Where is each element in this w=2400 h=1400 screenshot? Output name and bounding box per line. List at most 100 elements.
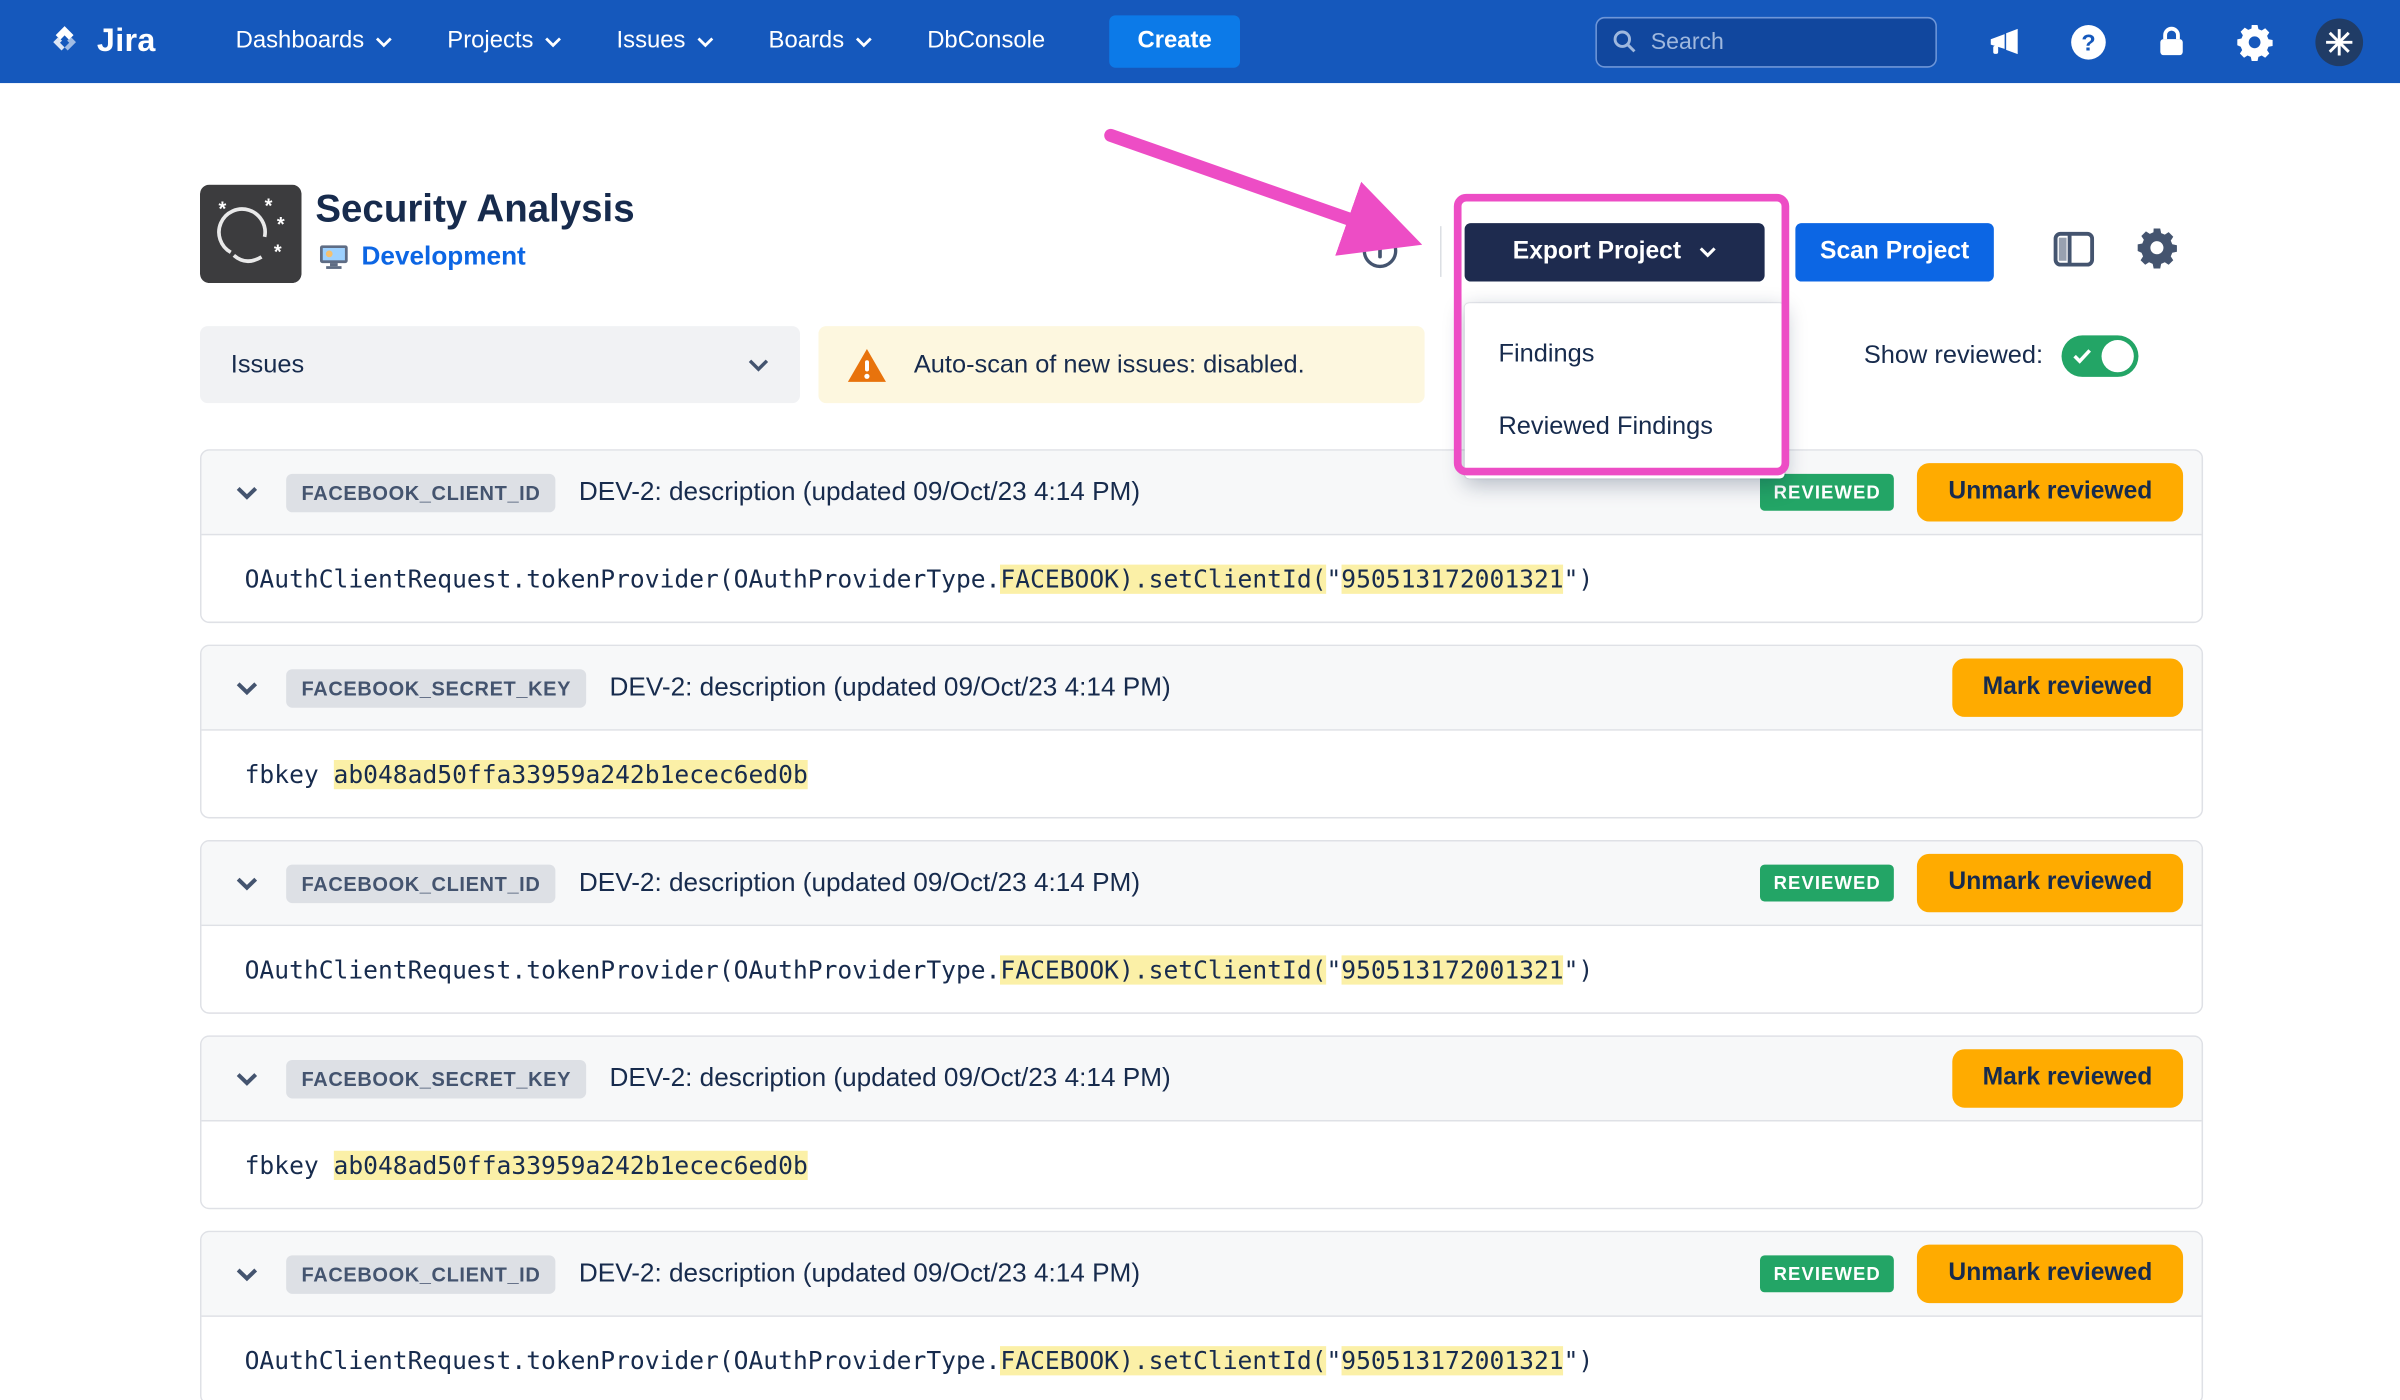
svg-text:?: ? xyxy=(2081,29,2095,55)
export-project-button[interactable]: Export Project xyxy=(1465,223,1765,281)
project-avatar: **** xyxy=(200,185,302,283)
warning-icon xyxy=(846,345,888,383)
collapse-chevron-icon[interactable] xyxy=(229,1062,263,1096)
finding-title: DEV-2: description (updated 09/Oct/23 4:… xyxy=(610,1063,1171,1094)
user-avatar[interactable] xyxy=(2315,18,2363,66)
nav-dbconsole-label: DbConsole xyxy=(927,28,1045,56)
review-action-button[interactable]: Unmark reviewed xyxy=(1918,854,2183,912)
nav-issues[interactable]: Issues xyxy=(617,28,714,56)
issues-filter-value: Issues xyxy=(231,350,304,379)
chevron-down-icon xyxy=(855,36,872,47)
finding-type-badge: FACEBOOK_CLIENT_ID xyxy=(286,864,556,902)
review-action-button[interactable]: Unmark reviewed xyxy=(1918,463,2183,521)
search-icon xyxy=(1612,29,1637,54)
announcement-icon[interactable] xyxy=(1983,20,2026,63)
finding-header[interactable]: FACEBOOK_CLIENT_ID DEV-2: description (u… xyxy=(202,1232,2202,1317)
review-action-button[interactable]: Unmark reviewed xyxy=(1918,1245,2183,1303)
finding-header[interactable]: FACEBOOK_SECRET_KEY DEV-2: description (… xyxy=(202,646,2202,731)
reviewed-status-badge: REVIEWED xyxy=(1760,865,1895,902)
create-button[interactable]: Create xyxy=(1110,15,1240,67)
svg-text:*: * xyxy=(218,198,226,220)
side-panel-icon[interactable] xyxy=(2048,226,2099,277)
review-action-button[interactable]: Mark reviewed xyxy=(1952,1049,2183,1107)
finding-code: OAuthClientRequest.tokenProvider(OAuthPr… xyxy=(245,955,1594,984)
menu-item-reviewed-findings[interactable]: Reviewed Findings xyxy=(1465,391,1785,463)
info-icon[interactable] xyxy=(1360,231,1400,271)
project-type-icon xyxy=(318,243,349,271)
issues-filter-select[interactable]: Issues xyxy=(200,326,800,403)
nav-dbconsole[interactable]: DbConsole xyxy=(927,28,1045,56)
finding-body: OAuthClientRequest.tokenProvider(OAuthPr… xyxy=(202,1317,2202,1400)
finding-type-badge: FACEBOOK_SECRET_KEY xyxy=(286,668,586,706)
search-input[interactable] xyxy=(1651,28,1897,54)
show-reviewed-label: Show reviewed: xyxy=(1864,342,2043,371)
chevron-down-icon xyxy=(748,358,770,372)
finding-body: OAuthClientRequest.tokenProvider(OAuthPr… xyxy=(202,535,2202,621)
svg-text:*: * xyxy=(277,214,285,236)
settings-gear-icon[interactable] xyxy=(2131,225,2182,276)
nav-projects[interactable]: Projects xyxy=(447,28,561,56)
gear-icon[interactable] xyxy=(2232,20,2275,63)
screen: Jira Dashboards Projects Issues Boards D… xyxy=(0,0,2400,1400)
findings-list: FACEBOOK_CLIENT_ID DEV-2: description (u… xyxy=(200,449,2203,1400)
finding-code: OAuthClientRequest.tokenProvider(OAuthPr… xyxy=(245,564,1594,593)
project-link[interactable]: Development xyxy=(362,242,526,273)
finding-card: FACEBOOK_CLIENT_ID DEV-2: description (u… xyxy=(200,1231,2203,1400)
nav-boards-label: Boards xyxy=(769,28,845,56)
finding-header[interactable]: FACEBOOK_CLIENT_ID DEV-2: description (u… xyxy=(202,451,2202,536)
export-dropdown-menu: Findings Reviewed Findings xyxy=(1465,303,1785,478)
finding-header[interactable]: FACEBOOK_CLIENT_ID DEV-2: description (u… xyxy=(202,842,2202,927)
finding-body: fbkey ab048ad50ffa33959a242b1ecec6ed0b xyxy=(202,731,2202,817)
autoscan-warning-banner: Auto-scan of new issues: disabled. xyxy=(818,326,1424,403)
finding-title: DEV-2: description (updated 09/Oct/23 4:… xyxy=(579,1258,1140,1289)
header-divider xyxy=(1440,226,1442,277)
finding-code: fbkey ab048ad50ffa33959a242b1ecec6ed0b xyxy=(245,1150,808,1179)
finding-card: FACEBOOK_CLIENT_ID DEV-2: description (u… xyxy=(200,840,2203,1014)
lock-icon[interactable] xyxy=(2149,20,2192,63)
finding-card: FACEBOOK_CLIENT_ID DEV-2: description (u… xyxy=(200,449,2203,623)
collapse-chevron-icon[interactable] xyxy=(229,475,263,509)
finding-type-badge: FACEBOOK_SECRET_KEY xyxy=(286,1059,586,1097)
finding-header[interactable]: FACEBOOK_SECRET_KEY DEV-2: description (… xyxy=(202,1037,2202,1122)
menu-item-findings[interactable]: Findings xyxy=(1465,318,1785,390)
top-navbar: Jira Dashboards Projects Issues Boards D… xyxy=(0,0,2400,83)
nav-dashboards[interactable]: Dashboards xyxy=(236,28,392,56)
reviewed-status-badge: REVIEWED xyxy=(1760,474,1895,511)
finding-body: OAuthClientRequest.tokenProvider(OAuthPr… xyxy=(202,926,2202,1012)
finding-body: fbkey ab048ad50ffa33959a242b1ecec6ed0b xyxy=(202,1122,2202,1208)
logo-text: Jira xyxy=(97,23,156,60)
svg-text:*: * xyxy=(265,195,273,217)
nav-boards[interactable]: Boards xyxy=(769,28,872,56)
chevron-down-icon xyxy=(375,36,392,47)
page-title: Security Analysis xyxy=(315,188,634,233)
finding-card: FACEBOOK_SECRET_KEY DEV-2: description (… xyxy=(200,1035,2203,1209)
check-icon xyxy=(2072,348,2092,365)
global-search[interactable] xyxy=(1595,16,1937,67)
finding-type-badge: FACEBOOK_CLIENT_ID xyxy=(286,1255,556,1293)
collapse-chevron-icon[interactable] xyxy=(229,866,263,900)
finding-type-badge: FACEBOOK_CLIENT_ID xyxy=(286,473,556,511)
show-reviewed-toggle[interactable] xyxy=(2062,335,2139,377)
review-action-button[interactable]: Mark reviewed xyxy=(1952,658,2183,716)
nav-issues-label: Issues xyxy=(617,28,686,56)
nav-dashboards-label: Dashboards xyxy=(236,28,365,56)
nav-projects-label: Projects xyxy=(447,28,533,56)
chevron-down-icon xyxy=(544,36,561,47)
jira-logo[interactable]: Jira xyxy=(46,23,155,60)
warning-text: Auto-scan of new issues: disabled. xyxy=(914,350,1305,379)
chevron-down-icon xyxy=(696,36,713,47)
finding-code: fbkey ab048ad50ffa33959a242b1ecec6ed0b xyxy=(245,759,808,788)
collapse-chevron-icon[interactable] xyxy=(229,671,263,705)
reviewed-status-badge: REVIEWED xyxy=(1760,1255,1895,1292)
help-icon[interactable]: ? xyxy=(2066,20,2109,63)
finding-title: DEV-2: description (updated 09/Oct/23 4:… xyxy=(610,672,1171,703)
scan-project-button[interactable]: Scan Project xyxy=(1795,223,1993,281)
jira-logo-icon xyxy=(46,23,83,60)
annotation-arrow xyxy=(1077,120,1469,274)
project-breadcrumb: Development xyxy=(318,242,525,273)
collapse-chevron-icon[interactable] xyxy=(229,1257,263,1291)
finding-title: DEV-2: description (updated 09/Oct/23 4:… xyxy=(579,477,1140,508)
show-reviewed-control: Show reviewed: xyxy=(1864,335,2139,377)
finding-code: OAuthClientRequest.tokenProvider(OAuthPr… xyxy=(245,1345,1594,1374)
finding-card: FACEBOOK_SECRET_KEY DEV-2: description (… xyxy=(200,645,2203,819)
